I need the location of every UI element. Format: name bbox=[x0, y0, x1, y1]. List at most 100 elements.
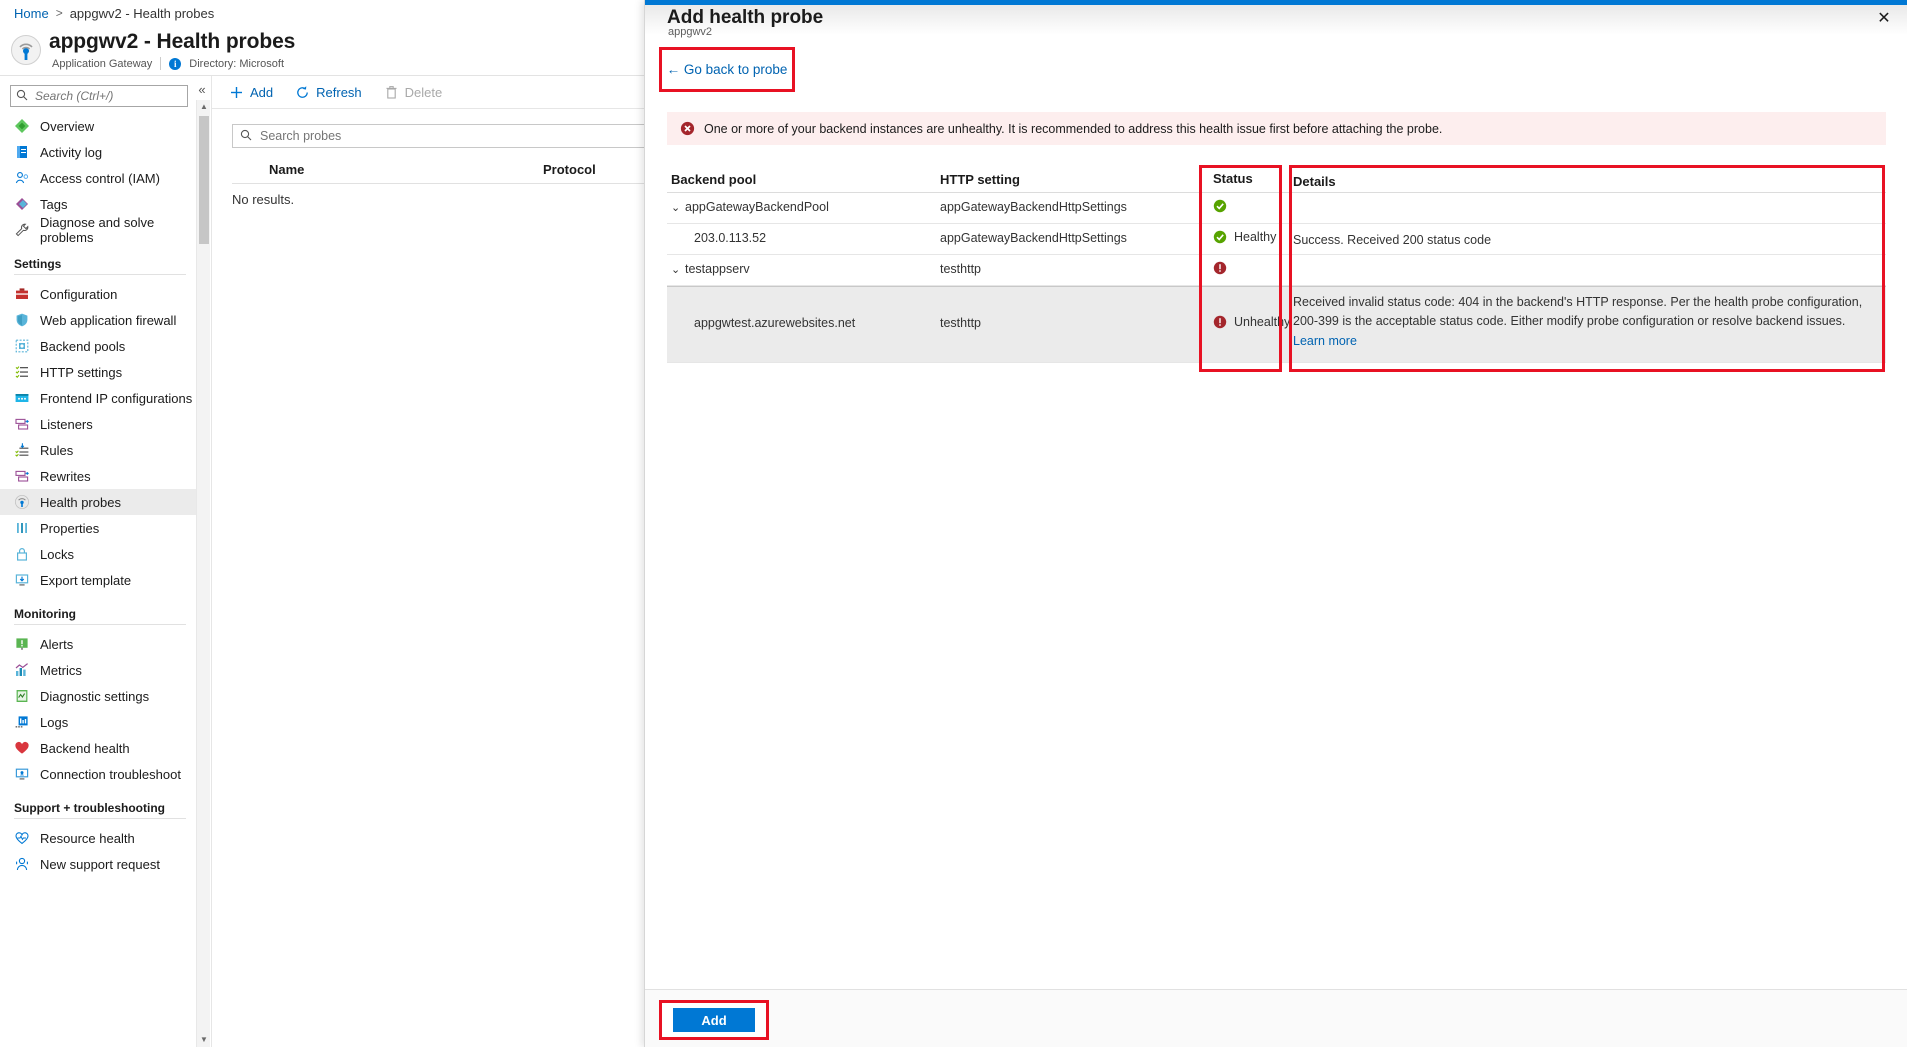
breadcrumb-home-link[interactable]: Home bbox=[14, 6, 49, 21]
blade-subtitle: appgwv2 bbox=[668, 26, 713, 38]
sidebar-item-resource-health[interactable]: Resource health bbox=[0, 825, 196, 851]
sidebar-item-diagnostic-settings[interactable]: Diagnostic settings bbox=[0, 683, 196, 709]
sidebar-item-label: Locks bbox=[40, 546, 74, 562]
nav-scrollbar-thumb[interactable] bbox=[199, 116, 209, 244]
backend-pool-value: appgwtest.azurewebsites.net bbox=[694, 316, 856, 330]
sidebar-group-title: Monitoring bbox=[14, 607, 76, 621]
http-settings-icon bbox=[14, 364, 30, 380]
chevron-down-icon[interactable]: ⌄ bbox=[671, 263, 682, 276]
cell-backend-pool: 203.0.113.52 bbox=[694, 231, 766, 245]
listeners-icon bbox=[14, 416, 30, 432]
sidebar-item-web-application-firewall[interactable]: Web application firewall bbox=[0, 307, 196, 333]
overview-icon bbox=[14, 118, 30, 134]
activity-log-icon bbox=[14, 144, 30, 160]
nav-scrollbar[interactable]: ▲ ▼ bbox=[196, 100, 210, 1047]
sidebar-group-divider bbox=[14, 818, 186, 819]
table-row[interactable]: 203.0.113.52 appGatewayBackendHttpSetting… bbox=[667, 224, 1886, 255]
configuration-icon bbox=[14, 286, 30, 302]
cell-http-setting: testhttp bbox=[940, 262, 981, 276]
sidebar-item-access-control-iam[interactable]: Access control (IAM) bbox=[0, 165, 196, 191]
sidebar-item-label: Logs bbox=[40, 714, 69, 730]
sidebar-item-backend-pools[interactable]: Backend pools bbox=[0, 333, 196, 359]
sidebar-item-http-settings[interactable]: HTTP settings bbox=[0, 359, 196, 385]
status-label: Healthy bbox=[1234, 230, 1277, 244]
sidebar-item-logs[interactable]: Logs bbox=[0, 709, 196, 735]
table-row[interactable]: appgwtest.azurewebsites.net testhttp Unhea… bbox=[667, 286, 1886, 363]
trash-icon bbox=[384, 85, 399, 100]
unhealthy-icon bbox=[1213, 315, 1227, 329]
learn-more-link[interactable]: Learn more bbox=[1293, 334, 1357, 348]
delete-button[interactable]: Delete bbox=[384, 76, 442, 108]
add-probe-button[interactable]: Add bbox=[229, 76, 273, 108]
status-label: Unhealthy bbox=[1234, 315, 1291, 329]
plus-icon bbox=[229, 85, 244, 100]
cell-backend-pool: ⌄ appGatewayBackendPool bbox=[671, 200, 829, 214]
cell-http-setting: testhttp bbox=[940, 316, 981, 330]
sidebar-item-frontend-ip-configurations[interactable]: Frontend IP configurations bbox=[0, 385, 196, 411]
sidebar-item-rules[interactable]: Rules bbox=[0, 437, 196, 463]
sidebar-item-label: Activity log bbox=[40, 144, 103, 160]
cell-backend-pool: ⌄ testappserv bbox=[671, 262, 750, 276]
table-row[interactable]: ⌄ appGatewayBackendPool appGatewayBackendH… bbox=[667, 193, 1886, 224]
sidebar-group-title: Settings bbox=[14, 257, 62, 271]
collapse-nav-button[interactable]: « bbox=[194, 82, 210, 98]
column-header-protocol: Protocol bbox=[543, 162, 596, 177]
sidebar-item-label: Web application firewall bbox=[40, 312, 177, 328]
access-control-icon bbox=[14, 170, 30, 186]
sidebar-item-new-support-request[interactable]: New support request bbox=[0, 851, 196, 877]
alert-message: One or more of your backend instances ar… bbox=[704, 121, 1443, 136]
sidebar-item-overview[interactable]: Overview bbox=[0, 113, 196, 139]
sidebar-item-configuration[interactable]: Configuration bbox=[0, 281, 196, 307]
logs-icon bbox=[14, 714, 30, 730]
sidebar-item-connection-troubleshoot[interactable]: Connection troubleshoot bbox=[0, 761, 196, 787]
close-icon[interactable]: ✕ bbox=[1873, 9, 1895, 31]
sidebar-item-label: Rewrites bbox=[40, 468, 91, 484]
table-row[interactable]: ⌄ testappserv testhttp bbox=[667, 255, 1886, 286]
resource-type-label: Application Gateway bbox=[52, 57, 153, 70]
tags-icon bbox=[14, 196, 30, 212]
info-icon: i bbox=[169, 57, 182, 70]
nav-search-box[interactable] bbox=[10, 85, 188, 107]
search-input[interactable] bbox=[33, 88, 173, 104]
sidebar-item-alerts[interactable]: Alerts bbox=[0, 631, 196, 657]
sidebar-item-backend-health[interactable]: Backend health bbox=[0, 735, 196, 761]
sidebar-item-listeners[interactable]: Listeners bbox=[0, 411, 196, 437]
sidebar-item-rewrites[interactable]: Rewrites bbox=[0, 463, 196, 489]
scroll-up-arrow-icon[interactable]: ▲ bbox=[197, 100, 211, 114]
chevron-down-icon[interactable]: ⌄ bbox=[671, 201, 682, 214]
details-text: Success. Received 200 status code bbox=[1293, 233, 1492, 247]
scroll-down-arrow-icon[interactable]: ▼ bbox=[197, 1033, 211, 1047]
sidebar-item-locks[interactable]: Locks bbox=[0, 541, 196, 567]
sidebar-group-divider bbox=[14, 274, 186, 275]
error-circle-icon bbox=[680, 121, 695, 136]
shield-icon bbox=[14, 312, 30, 328]
add-probe-label: Add bbox=[250, 84, 274, 100]
page-title: appgwv2 - Health probes bbox=[49, 30, 296, 53]
cell-details: Received invalid status code: 404 in the… bbox=[1293, 293, 1873, 351]
column-header-backend-pool: Backend pool bbox=[671, 172, 757, 187]
column-header-name: Name bbox=[269, 162, 305, 177]
sidebar-item-activity-log[interactable]: Activity log bbox=[0, 139, 196, 165]
go-back-to-probe-link[interactable]: ← Go back to probe bbox=[667, 62, 788, 77]
sidebar-item-export-template[interactable]: Export template bbox=[0, 567, 196, 593]
cell-http-setting: appGatewayBackendHttpSettings bbox=[940, 231, 1127, 245]
azure-portal: Home > appgwv2 - Health probes appgwv2 -… bbox=[0, 0, 1907, 1047]
sidebar-item-label: Access control (IAM) bbox=[40, 170, 160, 186]
details-text: Received invalid status code: 404 in the… bbox=[1293, 295, 1863, 329]
cell-backend-pool: appgwtest.azurewebsites.net bbox=[694, 316, 855, 330]
sidebar-navigation: Overview Activity log Access control (IAM)… bbox=[0, 113, 196, 1047]
sidebar-item-label: Overview bbox=[40, 118, 95, 134]
sidebar-item-properties[interactable]: Properties bbox=[0, 515, 196, 541]
sidebar-item-label: HTTP settings bbox=[40, 364, 123, 380]
refresh-button[interactable]: Refresh bbox=[295, 76, 362, 108]
sidebar-item-tags[interactable]: Tags bbox=[0, 191, 196, 217]
breadcrumb-current: appgwv2 - Health probes bbox=[69, 5, 215, 21]
sidebar-item-label: Tags bbox=[40, 196, 68, 212]
backend-pools-icon bbox=[14, 338, 30, 354]
connection-troubleshoot-icon bbox=[14, 766, 30, 782]
sidebar-item-diagnose-and-solve-problems[interactable]: Diagnose and solve problems bbox=[0, 215, 196, 245]
unhealthy-icon bbox=[1213, 261, 1227, 275]
sidebar-item-health-probes[interactable]: Health probes bbox=[0, 489, 196, 515]
sidebar-item-metrics[interactable]: Metrics bbox=[0, 657, 196, 683]
add-button[interactable]: Add bbox=[673, 1008, 755, 1032]
